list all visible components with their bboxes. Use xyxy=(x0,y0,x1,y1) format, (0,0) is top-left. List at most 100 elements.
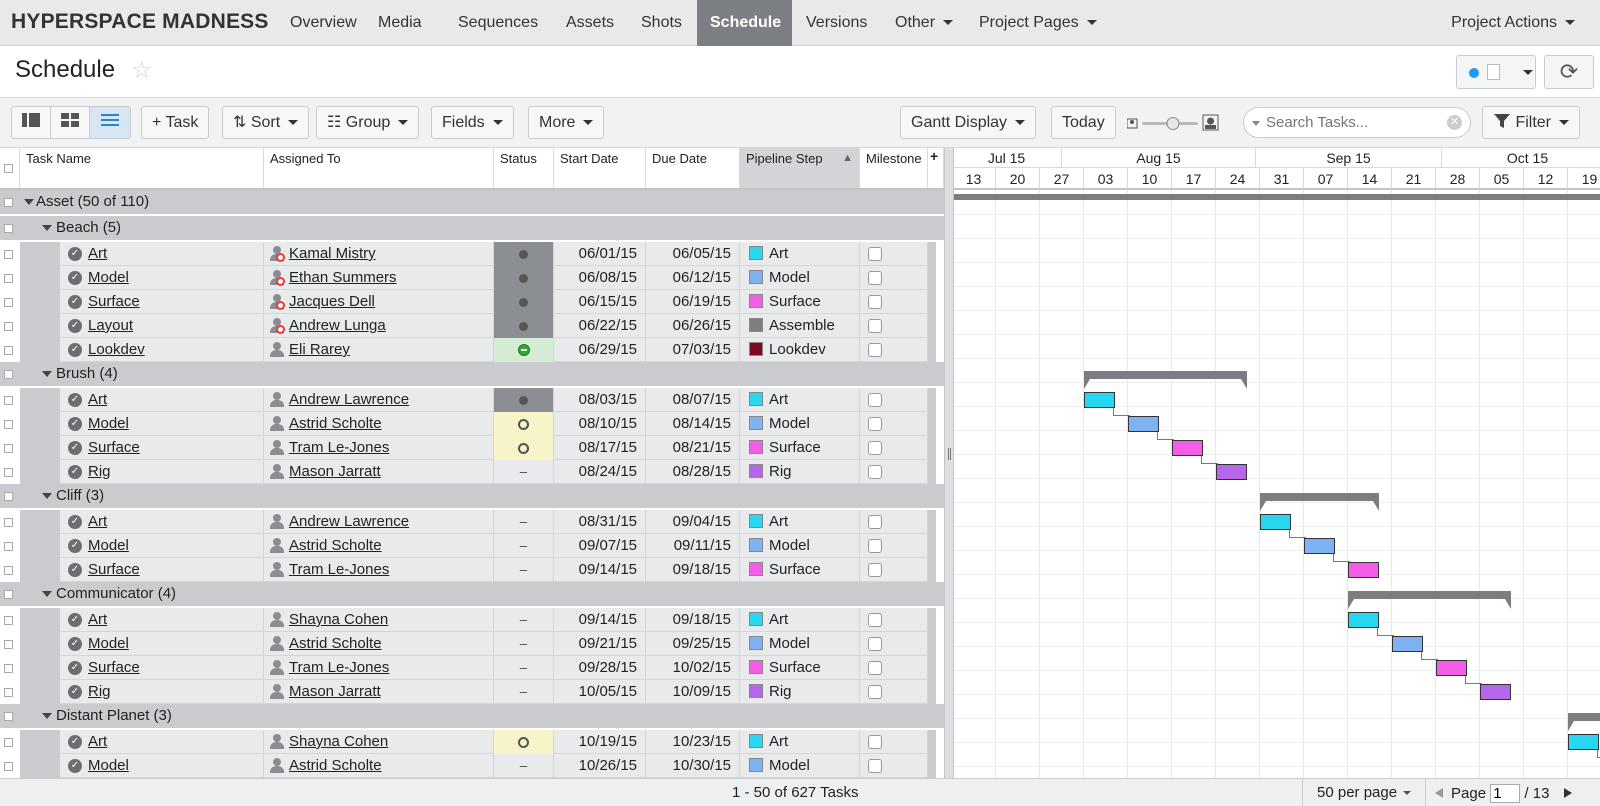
assignee-link[interactable]: Mason Jarratt xyxy=(289,463,381,480)
today-button[interactable]: Today xyxy=(1051,106,1116,139)
pipeline-step-cell[interactable]: Surface xyxy=(740,656,860,680)
task-name-link[interactable]: Rig xyxy=(88,683,111,700)
start-date-cell[interactable]: 08/10/15 xyxy=(554,412,646,436)
milestone-checkbox[interactable] xyxy=(868,515,882,529)
task-name-link[interactable]: Model xyxy=(88,269,129,286)
milestone-checkbox[interactable] xyxy=(868,465,882,479)
row-select-checkbox[interactable] xyxy=(4,274,13,283)
task-name-link[interactable]: Surface xyxy=(88,439,140,456)
filter-button[interactable]: Filter xyxy=(1482,106,1581,139)
row-select-checkbox[interactable] xyxy=(4,444,13,453)
assignee-link[interactable]: Kamal Mistry xyxy=(289,245,376,262)
due-date-cell[interactable]: 09/04/15 xyxy=(646,510,740,534)
pipeline-step-cell[interactable]: Surface xyxy=(740,436,860,460)
table-row[interactable]: ✓ Rig Mason Jarratt – 10/05/15 10/09/15 Rig xyxy=(0,680,944,704)
row-select-checkbox[interactable] xyxy=(4,492,13,501)
status-cell[interactable]: – xyxy=(494,754,554,778)
fields-button[interactable]: Fields xyxy=(431,106,514,139)
milestone-checkbox[interactable] xyxy=(868,295,882,309)
table-row[interactable]: ✓ Lookdev Eli Rarey 06/29/15 07/03/15 Lookdev xyxy=(0,338,944,362)
row-select-checkbox[interactable] xyxy=(4,664,13,673)
assignee-link[interactable]: Andrew Lunga xyxy=(289,317,386,334)
start-date-cell[interactable]: 09/07/15 xyxy=(554,534,646,558)
row-select-checkbox[interactable] xyxy=(4,712,13,721)
gantt-task-bar[interactable] xyxy=(1392,636,1424,652)
start-date-cell[interactable]: 09/28/15 xyxy=(554,656,646,680)
gantt-task-bar[interactable] xyxy=(1348,562,1380,578)
row-select-checkbox[interactable] xyxy=(4,616,13,625)
start-date-cell[interactable]: 09/21/15 xyxy=(554,632,646,656)
row-select-checkbox[interactable] xyxy=(4,640,13,649)
gantt-task-bar[interactable] xyxy=(1568,734,1600,750)
pipeline-step-cell[interactable]: Art xyxy=(740,388,860,412)
table-row[interactable]: ✓ Rig Mason Jarratt – 08/24/15 08/28/15 Rig xyxy=(0,460,944,484)
status-cell[interactable]: – xyxy=(494,680,554,704)
gantt-task-bar[interactable] xyxy=(1348,612,1380,628)
pipeline-step-cell[interactable]: Model xyxy=(740,754,860,778)
row-select-checkbox[interactable] xyxy=(4,518,13,527)
task-name-link[interactable]: Art xyxy=(88,611,107,628)
pipeline-step-cell[interactable]: Model xyxy=(740,412,860,436)
task-name-link[interactable]: Art xyxy=(88,391,107,408)
task-name-link[interactable]: Surface xyxy=(88,293,140,310)
milestone-checkbox[interactable] xyxy=(868,759,882,773)
group-button[interactable]: ☷ Group xyxy=(316,106,420,139)
start-date-cell[interactable]: 06/22/15 xyxy=(554,314,646,338)
due-date-cell[interactable]: 06/26/15 xyxy=(646,314,740,338)
due-date-cell[interactable]: 06/12/15 xyxy=(646,266,740,290)
milestone-checkbox[interactable] xyxy=(868,637,882,651)
project-title[interactable]: HYPERSPACE MADNESS xyxy=(11,10,269,34)
table-row[interactable]: ✓ Art Andrew Lawrence 08/03/15 08/07/15 Art xyxy=(0,388,944,412)
milestone-checkbox[interactable] xyxy=(868,441,882,455)
table-row[interactable]: ✓ Model Astrid Scholte 08/10/15 08/14/15 Mode… xyxy=(0,412,944,436)
status-cell[interactable] xyxy=(494,242,554,266)
start-date-cell[interactable]: 08/17/15 xyxy=(554,436,646,460)
pipeline-step-cell[interactable]: Rig xyxy=(740,680,860,704)
table-row[interactable]: ✓ Model Astrid Scholte – 10/26/15 10/30/15 Mod… xyxy=(0,754,944,778)
start-date-cell[interactable]: 06/01/15 xyxy=(554,242,646,266)
assignee-link[interactable]: Andrew Lawrence xyxy=(289,513,409,530)
due-date-cell[interactable]: 08/28/15 xyxy=(646,460,740,484)
pipeline-step-cell[interactable]: Art xyxy=(740,730,860,754)
table-row[interactable]: ✓ Art Shayna Cohen – 09/14/15 09/18/15 Art xyxy=(0,608,944,632)
column-task-name[interactable]: Task Name xyxy=(20,148,264,188)
pipeline-step-cell[interactable]: Art xyxy=(740,608,860,632)
search-input[interactable] xyxy=(1266,114,1436,131)
add-task-button[interactable]: + Task xyxy=(141,106,210,139)
milestone-checkbox[interactable] xyxy=(868,661,882,675)
pipeline-step-cell[interactable]: Model xyxy=(740,534,860,558)
gantt-group-bar[interactable] xyxy=(1568,713,1600,731)
assignee-link[interactable]: Shayna Cohen xyxy=(289,733,388,750)
pane-splitter[interactable] xyxy=(944,148,954,778)
project-actions-menu[interactable]: Project Actions xyxy=(1438,0,1588,46)
start-date-cell[interactable]: 06/08/15 xyxy=(554,266,646,290)
table-row[interactable]: ✓ Surface Tram Le-Jones 08/17/15 08/21/15 Sur… xyxy=(0,436,944,460)
row-select-checkbox[interactable] xyxy=(4,688,13,697)
pipeline-step-cell[interactable]: Model xyxy=(740,266,860,290)
status-cell[interactable]: – xyxy=(494,608,554,632)
assignee-link[interactable]: Tram Le-Jones xyxy=(289,439,389,456)
start-date-cell[interactable]: 10/26/15 xyxy=(554,754,646,778)
assignee-link[interactable]: Andrew Lawrence xyxy=(289,391,409,408)
status-cell[interactable] xyxy=(494,730,554,754)
row-select-checkbox[interactable] xyxy=(4,468,13,477)
row-select-checkbox[interactable] xyxy=(4,762,13,771)
task-name-link[interactable]: Art xyxy=(88,733,107,750)
row-select-checkbox[interactable] xyxy=(4,590,13,599)
nav-tab-sequences[interactable]: Sequences xyxy=(445,0,551,46)
gantt-group-bar[interactable] xyxy=(1348,591,1512,609)
table-row[interactable]: ✓ Art Kamal Mistry 06/01/15 06/05/15 Art xyxy=(0,242,944,266)
gantt-task-bar[interactable] xyxy=(1260,514,1292,530)
start-date-cell[interactable]: 09/14/15 xyxy=(554,608,646,632)
gantt-task-bar[interactable] xyxy=(1172,440,1204,456)
due-date-cell[interactable]: 09/11/15 xyxy=(646,534,740,558)
status-cell[interactable]: – xyxy=(494,460,554,484)
gantt-group-bar[interactable] xyxy=(1260,493,1380,511)
gantt-group-bar[interactable] xyxy=(1084,371,1248,389)
pipeline-step-cell[interactable]: Art xyxy=(740,510,860,534)
sort-button[interactable]: ⇅ Sort xyxy=(222,106,310,139)
group-row[interactable]: Cliff (3) xyxy=(0,484,944,508)
select-all-column[interactable] xyxy=(0,148,20,188)
next-page-icon[interactable] xyxy=(1563,788,1572,798)
nav-tab-assets[interactable]: Assets xyxy=(553,0,627,46)
